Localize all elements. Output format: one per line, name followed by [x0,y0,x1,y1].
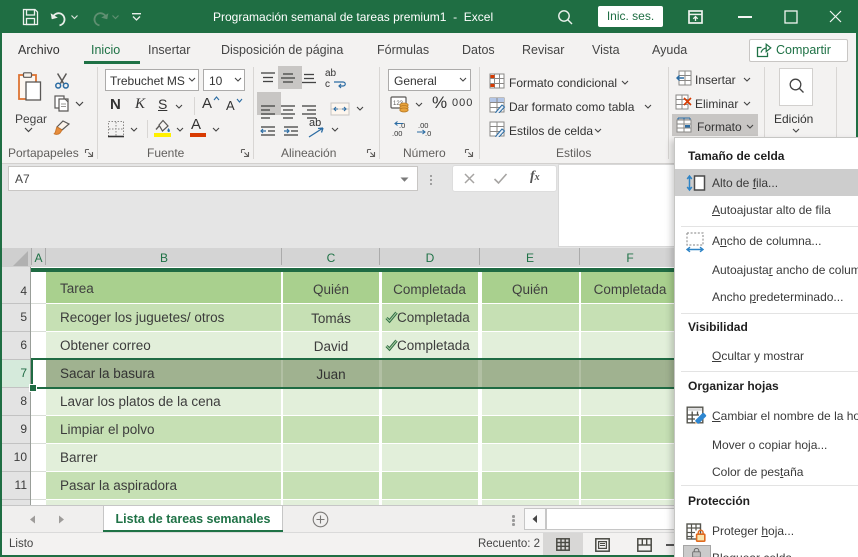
svg-text:.0: .0 [425,129,431,137]
svg-text:.00: .00 [392,129,402,137]
